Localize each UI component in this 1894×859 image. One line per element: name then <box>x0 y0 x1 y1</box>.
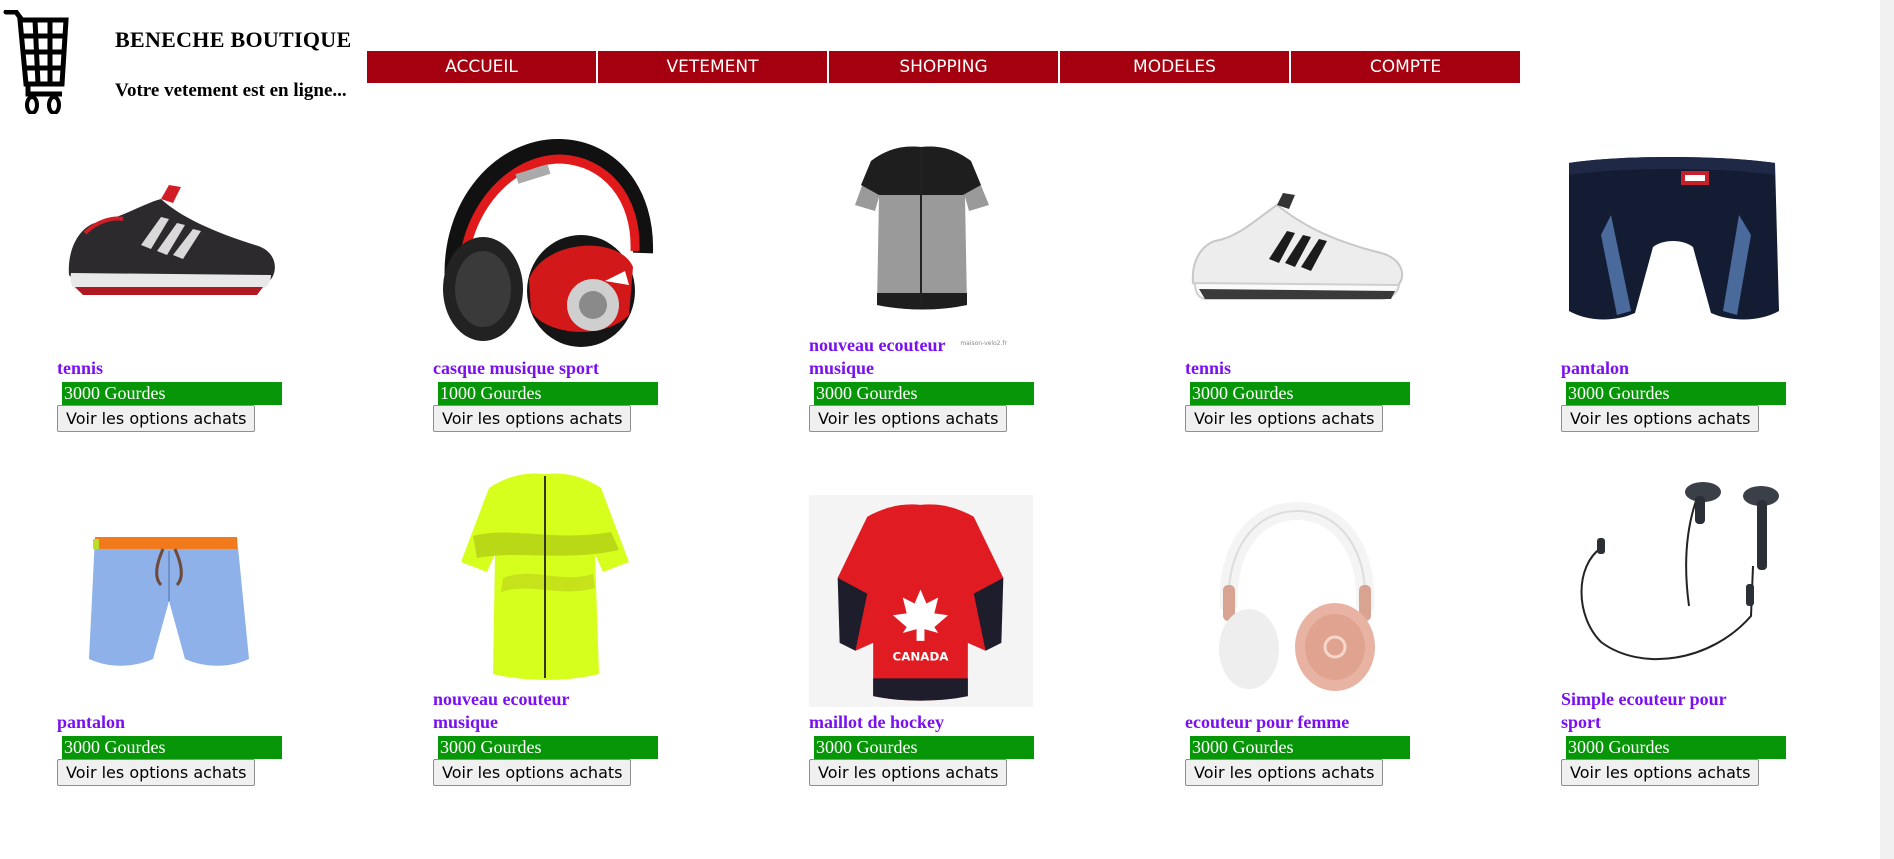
product-card: CANADA maillot de hockey 3000 Gourdes Vo… <box>809 495 1039 786</box>
nav-accueil[interactable]: ACCUEIL <box>367 51 596 83</box>
shopping-cart-logo-icon <box>2 9 70 115</box>
view-options-button[interactable]: Voir les options achats <box>1561 405 1760 432</box>
yellow-cycling-jersey-image[interactable] <box>433 466 658 681</box>
brand-title: BENECHE BOUTIQUE <box>115 27 352 52</box>
product-price: 3000 Gourdes <box>62 736 282 759</box>
product-card: maison-velo2.fr nouveau ecouteur musique… <box>809 135 1039 432</box>
black-sneaker-image[interactable] <box>57 135 282 350</box>
product-price: 3000 Gourdes <box>814 736 1034 759</box>
product-price: 3000 Gourdes <box>814 382 1034 405</box>
view-options-button[interactable]: Voir les options achats <box>433 759 632 786</box>
view-options-button[interactable]: Voir les options achats <box>57 405 256 432</box>
page-scrollbar[interactable] <box>1880 0 1894 859</box>
blue-swim-shorts-image[interactable] <box>57 489 282 704</box>
product-price: 3000 Gourdes <box>62 382 282 405</box>
product-card: nouveau ecouteur musique 3000 Gourdes Vo… <box>433 466 663 786</box>
view-options-button[interactable]: Voir les options achats <box>809 405 1008 432</box>
product-card: Simple ecouteur pour sport 3000 Gourdes … <box>1561 466 1791 786</box>
product-price: 3000 Gourdes <box>1566 736 1786 759</box>
product-title[interactable]: nouveau ecouteur musique <box>433 688 633 734</box>
product-title[interactable]: Simple ecouteur pour sport <box>1561 688 1761 734</box>
product-price: 3000 Gourdes <box>1190 382 1410 405</box>
product-price: 3000 Gourdes <box>1566 382 1786 405</box>
brand-tagline: Votre vetement est en ligne... <box>115 80 347 101</box>
navy-swim-trunks-image[interactable] <box>1561 135 1786 350</box>
view-options-button[interactable]: Voir les options achats <box>809 759 1008 786</box>
view-options-button[interactable]: Voir les options achats <box>433 405 632 432</box>
product-card: pantalon 3000 Gourdes Voir les options a… <box>1561 135 1791 432</box>
view-options-button[interactable]: Voir les options achats <box>57 759 256 786</box>
view-options-button[interactable]: Voir les options achats <box>1561 759 1760 786</box>
nav-vetement[interactable]: VETEMENT <box>598 51 827 83</box>
product-card: casque musique sport 1000 Gourdes Voir l… <box>433 135 663 432</box>
black-earphones-image[interactable] <box>1561 466 1786 681</box>
red-hockey-jersey-image[interactable]: CANADA <box>809 495 1033 707</box>
rose-gold-headphones-image[interactable] <box>1185 489 1410 704</box>
product-title[interactable]: maillot de hockey <box>809 711 1009 734</box>
red-headphones-image[interactable] <box>433 135 658 350</box>
view-options-button[interactable]: Voir les options achats <box>1185 759 1384 786</box>
white-sneaker-image[interactable] <box>1185 135 1410 350</box>
main-nav: ACCUEIL VETEMENT SHOPPING MODELES COMPTE <box>367 51 1522 83</box>
product-title[interactable]: casque musique sport <box>433 357 633 380</box>
product-title[interactable]: tennis <box>57 357 257 380</box>
product-card: ecouteur pour femme 3000 Gourdes Voir le… <box>1185 489 1415 786</box>
jersey-text: CANADA <box>893 650 950 664</box>
product-price: 1000 Gourdes <box>438 382 658 405</box>
grey-cycling-jersey-image[interactable]: maison-velo2.fr <box>809 135 1034 350</box>
product-title[interactable]: ecouteur pour femme <box>1185 711 1385 734</box>
product-card: pantalon 3000 Gourdes Voir les options a… <box>57 489 287 786</box>
product-title[interactable]: pantalon <box>57 711 257 734</box>
product-title[interactable]: tennis <box>1185 357 1385 380</box>
nav-modeles[interactable]: MODELES <box>1060 51 1289 83</box>
nav-compte[interactable]: COMPTE <box>1291 51 1520 83</box>
product-title[interactable]: pantalon <box>1561 357 1761 380</box>
product-price: 3000 Gourdes <box>438 736 658 759</box>
product-card: tennis 3000 Gourdes Voir les options ach… <box>57 135 287 432</box>
product-card: tennis 3000 Gourdes Voir les options ach… <box>1185 135 1415 432</box>
product-title[interactable]: nouveau ecouteur musique <box>809 334 1009 380</box>
view-options-button[interactable]: Voir les options achats <box>1185 405 1384 432</box>
product-price: 3000 Gourdes <box>1190 736 1410 759</box>
nav-shopping[interactable]: SHOPPING <box>829 51 1058 83</box>
